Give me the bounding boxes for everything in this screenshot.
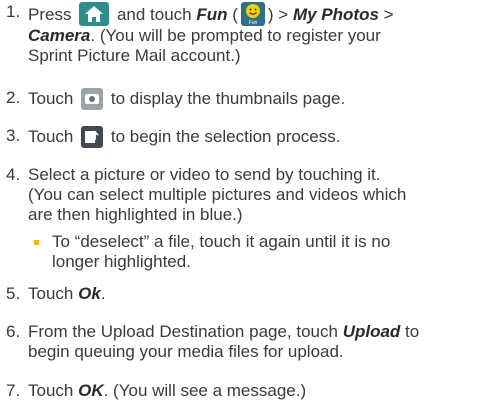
fun-smiley-icon: Fun — [240, 2, 265, 26]
select-upload-icon — [81, 126, 104, 148]
svg-text:Fun: Fun — [249, 20, 258, 26]
step-number: 1. — [6, 2, 21, 21]
instruction-list: 1. Press and touch Fun ( Fun ) > My Phot… — [0, 0, 485, 420]
home-icon — [79, 2, 110, 26]
step-text: Press and touch Fun ( Fun ) > My Photos — [28, 2, 478, 66]
thumbnails-icon — [81, 88, 104, 110]
bullet-marker — [34, 240, 39, 245]
